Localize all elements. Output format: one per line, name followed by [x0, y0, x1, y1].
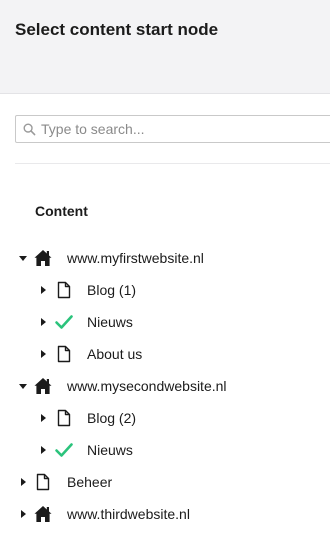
- tree-item-nieuws-1[interactable]: Nieuws: [0, 308, 330, 336]
- home-icon: [34, 250, 52, 266]
- tree-item-label: Blog (1): [87, 282, 137, 298]
- caret-right-icon[interactable]: [18, 477, 28, 487]
- caret-right-icon[interactable]: [18, 509, 28, 519]
- caret-down-icon[interactable]: [18, 253, 28, 263]
- tree-item-about-us[interactable]: About us: [0, 340, 330, 368]
- caret-right-icon[interactable]: [38, 285, 48, 295]
- divider: [15, 163, 330, 164]
- search-icon: [23, 123, 36, 136]
- tree-item-blog-1[interactable]: Blog (1): [0, 276, 330, 304]
- document-icon: [36, 473, 50, 491]
- tree-item-myfirstwebsite[interactable]: www.myfirstwebsite.nl: [0, 244, 330, 272]
- home-icon: [34, 378, 52, 394]
- tree-item-label: Beheer: [67, 474, 113, 490]
- dialog-header: Select content start node: [0, 0, 330, 94]
- caret-right-icon[interactable]: [38, 317, 48, 327]
- search-input[interactable]: [41, 116, 330, 142]
- tree-item-label: www.thirdwebsite.nl: [67, 506, 190, 522]
- check-icon: [55, 443, 73, 457]
- tree-item-blog-2[interactable]: Blog (2): [0, 404, 330, 432]
- tree-item-mysecondwebsite[interactable]: www.mysecondwebsite.nl: [0, 372, 330, 400]
- document-icon: [57, 409, 71, 427]
- tree-item-label: Blog (2): [87, 410, 137, 426]
- tree-item-nieuws-2[interactable]: Nieuws: [0, 436, 330, 464]
- tree-item-label: Nieuws: [87, 442, 133, 458]
- search-field[interactable]: [15, 115, 330, 143]
- document-icon: [57, 345, 71, 363]
- tree-item-thirdwebsite[interactable]: www.thirdwebsite.nl: [0, 500, 330, 528]
- document-icon: [57, 281, 71, 299]
- dialog-title: Select content start node: [15, 20, 219, 39]
- caret-right-icon[interactable]: [38, 445, 48, 455]
- tree-section-label: Content: [35, 203, 88, 219]
- tree-item-label: www.myfirstwebsite.nl: [67, 250, 204, 266]
- caret-right-icon[interactable]: [38, 413, 48, 423]
- caret-right-icon[interactable]: [38, 349, 48, 359]
- tree-item-beheer[interactable]: Beheer: [0, 468, 330, 496]
- tree-item-label: About us: [87, 346, 143, 362]
- check-icon: [55, 315, 73, 329]
- tree-item-label: Nieuws: [87, 314, 133, 330]
- tree-item-label: www.mysecondwebsite.nl: [67, 378, 227, 394]
- caret-down-icon[interactable]: [18, 381, 28, 391]
- home-icon: [34, 506, 52, 522]
